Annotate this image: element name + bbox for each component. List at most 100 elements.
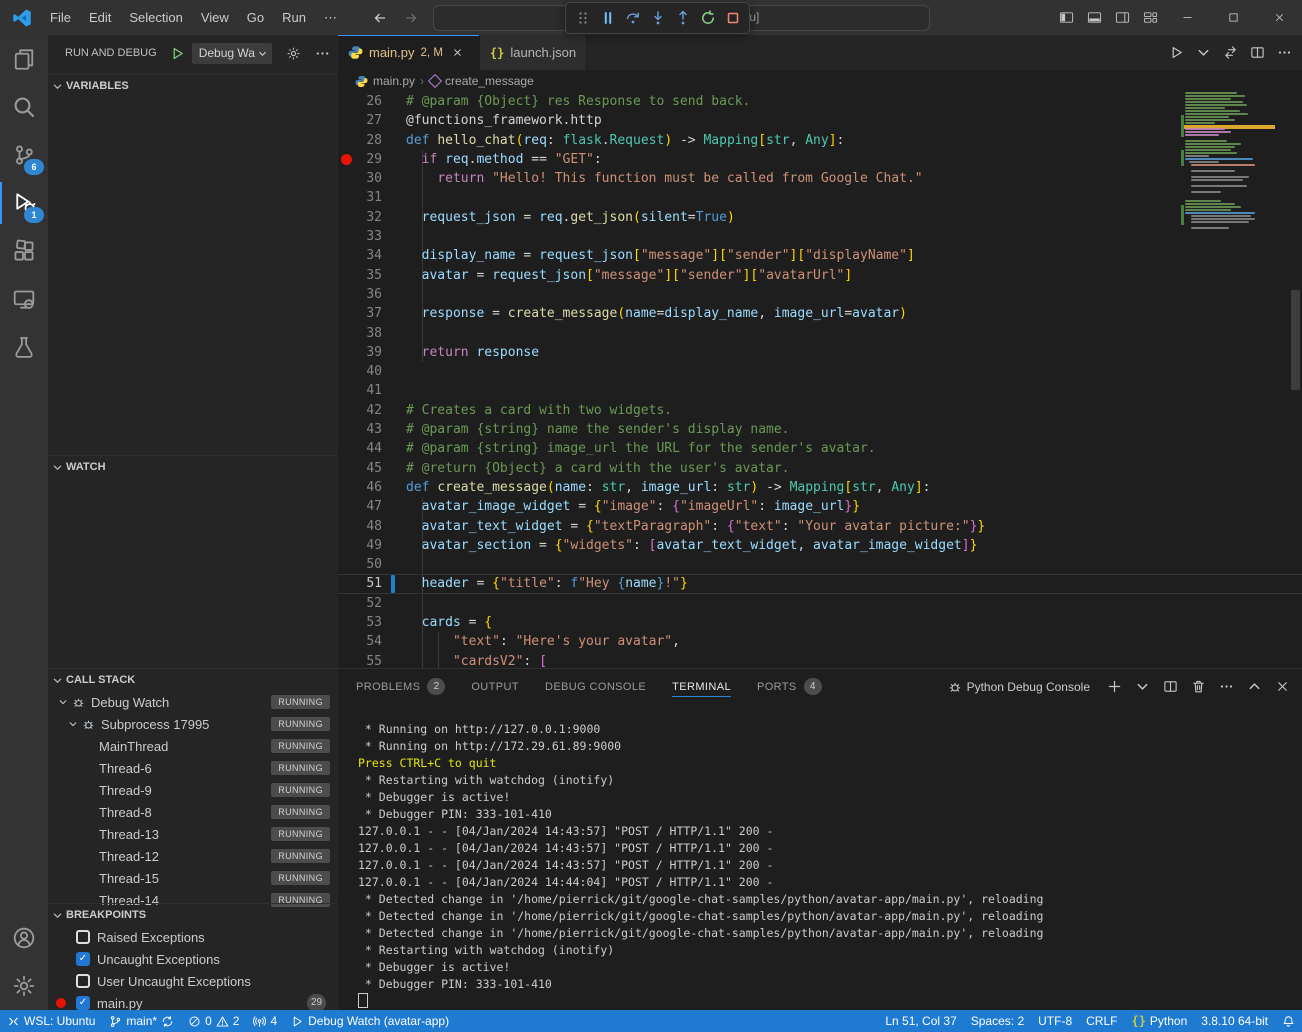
language-mode[interactable]: {}Python [1124,1010,1194,1032]
menu-more[interactable]: ⋯ [315,0,346,35]
call-stack-row[interactable]: Thread-13RUNNING [48,823,338,845]
minimize-button[interactable] [1164,0,1210,35]
call-stack-row[interactable]: Subprocess 17995RUNNING [48,713,338,735]
activity-explorer[interactable] [0,35,48,83]
ports-status[interactable]: 4 [246,1010,284,1032]
pause-button[interactable] [595,6,620,30]
views-more-actions-icon[interactable] [315,46,330,61]
activity-settings[interactable] [0,962,48,1010]
breakpoint-row[interactable]: ✓main.py29 [48,992,338,1010]
editor-gutter[interactable]: 39 [338,343,406,362]
debug-session-status[interactable]: Debug Watch (avatar-app) [284,1010,456,1032]
editor-gutter[interactable]: 41 [338,381,406,400]
encoding[interactable]: UTF-8 [1031,1010,1079,1032]
editor-gutter[interactable]: 33 [338,227,406,246]
editor-gutter[interactable]: 35 [338,266,406,285]
call-stack-row[interactable]: Thread-6RUNNING [48,757,338,779]
editor-gutter[interactable]: 45 [338,459,406,478]
call-stack-row[interactable]: Thread-12RUNNING [48,845,338,867]
call-stack-row[interactable]: Thread-9RUNNING [48,779,338,801]
start-debugging-button[interactable] [170,46,185,61]
step-over-button[interactable] [620,6,645,30]
editor-gutter[interactable]: 50 [338,555,406,574]
code-editor[interactable]: 26# @param {Object} res Response to send… [338,92,1302,668]
eol[interactable]: CRLF [1079,1010,1124,1032]
close-tab-icon[interactable] [452,47,463,58]
editor-gutter[interactable]: 49 [338,536,406,555]
breakpoints-section-header[interactable]: BREAKPOINTS [48,903,338,926]
editor-gutter[interactable]: 34 [338,246,406,265]
panel-tab-output[interactable]: OUTPUT [471,669,519,704]
close-window-button[interactable] [1256,0,1302,35]
editor-gutter[interactable]: 31 [338,188,406,207]
back-arrow-icon[interactable] [372,10,388,26]
editor-action-play-icon[interactable] [1169,45,1184,60]
watch-section-header[interactable]: WATCH [48,455,338,478]
step-into-button[interactable] [645,6,670,30]
panel-action-chevron-down-icon[interactable] [1135,679,1150,694]
call-stack-section-header[interactable]: CALL STACK [48,668,338,691]
panel-action-close-icon[interactable] [1275,679,1290,694]
editor-gutter[interactable]: 27 [338,111,406,130]
call-stack-row[interactable]: Thread-15RUNNING [48,867,338,889]
toggle-secondary-sidebar-icon[interactable] [1108,0,1136,35]
editor-gutter[interactable]: 28 [338,131,406,150]
editor-gutter[interactable]: 42 [338,401,406,420]
menu-run[interactable]: Run [273,0,315,35]
editor-gutter[interactable]: 40 [338,362,406,381]
notifications[interactable] [1275,1010,1302,1032]
remote-indicator[interactable]: WSL: Ubuntu [0,1010,102,1032]
panel-action-split-icon[interactable] [1163,679,1178,694]
editor-action-open-changes-icon[interactable] [1223,45,1238,60]
active-terminal-label[interactable]: Python Debug Console [948,680,1090,694]
editor-gutter[interactable]: 55 [338,652,406,668]
panel-action-ellipsis-icon[interactable] [1219,679,1234,694]
editor-gutter[interactable]: 26 [338,92,406,111]
editor-action-ellipsis-icon[interactable] [1277,45,1292,60]
activity-run-and-debug[interactable]: 1 [0,179,48,227]
panel-action-trash-icon[interactable] [1191,679,1206,694]
editor-gutter[interactable]: 53 [338,613,406,632]
variables-section-header[interactable]: VARIABLES [48,74,338,97]
activity-extensions[interactable] [0,227,48,275]
editor-gutter[interactable]: 52 [338,594,406,613]
maximize-button[interactable] [1210,0,1256,35]
editor-gutter[interactable]: 36 [338,285,406,304]
editor-gutter[interactable]: 37 [338,304,406,323]
activity-remote-explorer[interactable] [0,275,48,323]
editor-gutter[interactable]: 32 [338,208,406,227]
breakpoint-row[interactable]: Raised Exceptions [48,926,338,948]
menu-edit[interactable]: Edit [80,0,120,35]
problems-status[interactable]: 02 [181,1010,246,1032]
call-stack-row[interactable]: Thread-8RUNNING [48,801,338,823]
panel-tab-terminal[interactable]: TERMINAL [672,669,731,704]
breakpoint-row[interactable]: ✓Uncaught Exceptions [48,948,338,970]
panel-tab-problems[interactable]: PROBLEMS2 [356,669,445,704]
editor-gutter[interactable]: 51 [338,574,406,593]
call-stack-row[interactable]: Debug WatchRUNNING [48,691,338,713]
panel-tab-ports[interactable]: PORTS4 [757,669,822,704]
editor-scrollbar[interactable] [1291,290,1300,390]
editor-action-chevron-down-icon[interactable] [1196,45,1211,60]
launch-config-gear-icon[interactable] [286,46,301,61]
breakpoint-row[interactable]: User Uncaught Exceptions [48,970,338,992]
step-out-button[interactable] [670,6,695,30]
python-version[interactable]: 3.8.10 64-bit [1194,1010,1275,1032]
breakpoint-checkbox[interactable] [76,930,90,944]
editor-gutter[interactable]: 46 [338,478,406,497]
tab-launch-json[interactable]: {}launch.json [480,35,587,70]
activity-search[interactable] [0,83,48,131]
tab-main-py[interactable]: main.py2, M [338,35,480,70]
indentation[interactable]: Spaces: 2 [964,1010,1031,1032]
editor-gutter[interactable]: 29 [338,150,406,169]
menu-file[interactable]: File [41,0,80,35]
activity-source-control[interactable]: 6 [0,131,48,179]
git-branch[interactable]: main* [102,1010,181,1032]
editor-gutter[interactable]: 47 [338,497,406,516]
editor-gutter[interactable]: 38 [338,324,406,343]
editor-gutter[interactable]: 44 [338,439,406,458]
activity-accounts[interactable] [0,914,48,962]
menu-view[interactable]: View [192,0,238,35]
editor-gutter[interactable]: 43 [338,420,406,439]
activity-testing[interactable] [0,323,48,371]
